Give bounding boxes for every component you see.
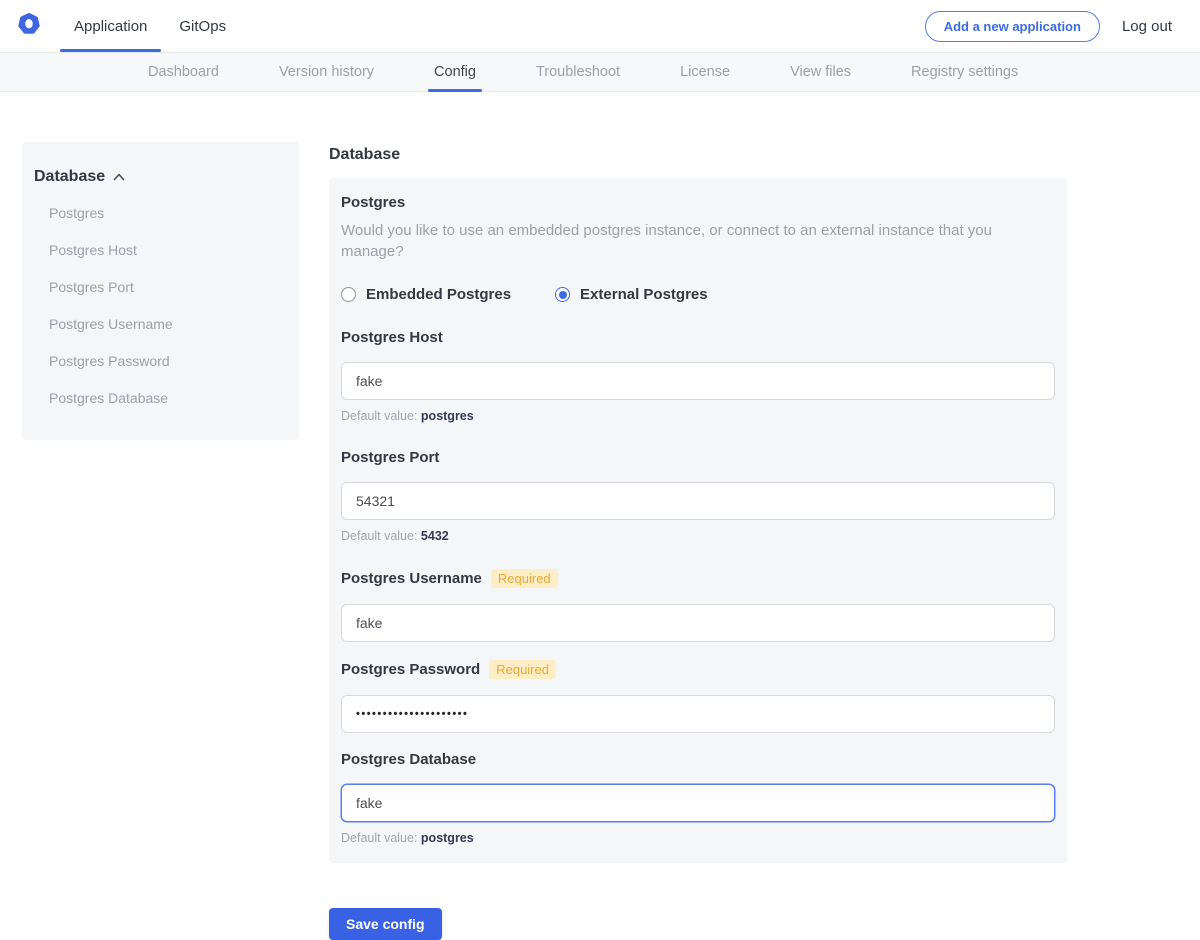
sidebar-item-postgres-password[interactable]: Postgres Password — [34, 342, 283, 379]
postgres-password-input[interactable] — [341, 695, 1055, 733]
app-logo[interactable] — [0, 0, 58, 52]
postgres-database-input[interactable] — [341, 784, 1055, 822]
radio-embedded-postgres[interactable]: Embedded Postgres — [341, 286, 511, 303]
config-sidebar: Database Postgres Postgres Host Postgres… — [22, 142, 299, 440]
subnav-dashboard-label: Dashboard — [148, 64, 219, 80]
field-postgres-description: Would you like to use an embedded postgr… — [341, 220, 1055, 262]
postgres-host-input[interactable] — [341, 362, 1055, 400]
subnav-version-history[interactable]: Version history — [279, 53, 374, 91]
subnav-troubleshoot[interactable]: Troubleshoot — [536, 53, 620, 91]
radio-external-postgres[interactable]: External Postgres — [555, 286, 708, 303]
sidebar-item-list: Postgres Postgres Host Postgres Port Pos… — [34, 194, 283, 416]
default-prefix: Default value: — [341, 409, 417, 423]
postgres-port-input[interactable] — [341, 482, 1055, 520]
sidebar-item-postgres-database[interactable]: Postgres Database — [34, 379, 283, 416]
default-prefix: Default value: — [341, 529, 417, 543]
subnav-dashboard[interactable]: Dashboard — [148, 53, 219, 91]
radio-external-postgres-circle[interactable] — [555, 287, 570, 302]
header-tabs: Application GitOps — [58, 0, 242, 52]
field-postgres-password: Postgres Password Required — [341, 660, 1055, 733]
header-right: Add a new application Log out — [925, 0, 1200, 52]
subnav-view-files-label: View files — [790, 64, 851, 80]
tab-application-label: Application — [74, 18, 147, 35]
required-badge: Required — [489, 660, 556, 679]
postgres-port-default-helper: Default value: 5432 — [341, 529, 1055, 543]
sidebar-item-postgres-username[interactable]: Postgres Username — [34, 305, 283, 342]
subnav-troubleshoot-label: Troubleshoot — [536, 64, 620, 80]
subnav-config[interactable]: Config — [434, 53, 476, 91]
radio-embedded-postgres-label: Embedded Postgres — [366, 286, 511, 303]
tab-application[interactable]: Application — [58, 0, 163, 52]
postgres-host-default-helper: Default value: postgres — [341, 409, 1055, 423]
logout-link[interactable]: Log out — [1122, 18, 1172, 35]
app-logo-icon — [18, 13, 40, 40]
subnav-license[interactable]: License — [680, 53, 730, 91]
tab-gitops[interactable]: GitOps — [163, 0, 242, 52]
field-postgres-port: Postgres Port Default value: 5432 — [341, 449, 1055, 543]
top-header: Application GitOps Add a new application… — [0, 0, 1200, 52]
sidebar-group-database[interactable]: Database — [34, 168, 283, 188]
postgres-username-input[interactable] — [341, 604, 1055, 642]
postgres-radio-group: Embedded Postgres External Postgres — [341, 286, 1055, 303]
field-postgres-host-label: Postgres Host — [341, 329, 443, 346]
subnav-registry-settings-label: Registry settings — [911, 64, 1018, 80]
subnav-license-label: License — [680, 64, 730, 80]
sidebar-item-postgres-port[interactable]: Postgres Port — [34, 268, 283, 305]
sidebar-item-postgres[interactable]: Postgres — [34, 194, 283, 231]
subnav-registry-settings[interactable]: Registry settings — [911, 53, 1018, 91]
default-value: 5432 — [421, 529, 449, 543]
default-value: postgres — [421, 409, 474, 423]
postgres-database-default-helper: Default value: postgres — [341, 831, 1055, 845]
app-subnav: Dashboard Version history Config Trouble… — [0, 52, 1200, 92]
config-main: Database Postgres Would you like to use … — [329, 146, 1067, 940]
field-postgres-username-label: Postgres Username — [341, 570, 482, 587]
field-postgres-username: Postgres Username Required — [341, 569, 1055, 642]
radio-embedded-postgres-circle[interactable] — [341, 287, 356, 302]
sidebar-group-database-label: Database — [34, 168, 105, 186]
field-postgres-label: Postgres — [341, 194, 405, 211]
chevron-up-icon — [113, 168, 125, 186]
tab-gitops-label: GitOps — [179, 18, 226, 35]
default-prefix: Default value: — [341, 831, 417, 845]
field-postgres-port-label: Postgres Port — [341, 449, 439, 466]
field-postgres-password-label: Postgres Password — [341, 661, 480, 678]
field-postgres-database-label: Postgres Database — [341, 751, 476, 768]
config-group-card: Postgres Would you like to use an embedd… — [329, 178, 1067, 863]
add-application-button[interactable]: Add a new application — [925, 11, 1100, 42]
field-postgres-database: Postgres Database Default value: postgre… — [341, 751, 1055, 845]
sidebar-item-postgres-host[interactable]: Postgres Host — [34, 231, 283, 268]
subnav-config-label: Config — [434, 64, 476, 80]
radio-external-postgres-label: External Postgres — [580, 286, 708, 303]
section-title: Database — [329, 146, 1067, 164]
field-postgres: Postgres Would you like to use an embedd… — [341, 194, 1055, 303]
subnav-view-files[interactable]: View files — [790, 53, 851, 91]
field-postgres-host: Postgres Host Default value: postgres — [341, 329, 1055, 423]
save-config-button[interactable]: Save config — [329, 908, 442, 940]
default-value: postgres — [421, 831, 474, 845]
subnav-version-history-label: Version history — [279, 64, 374, 80]
required-badge: Required — [491, 569, 558, 588]
